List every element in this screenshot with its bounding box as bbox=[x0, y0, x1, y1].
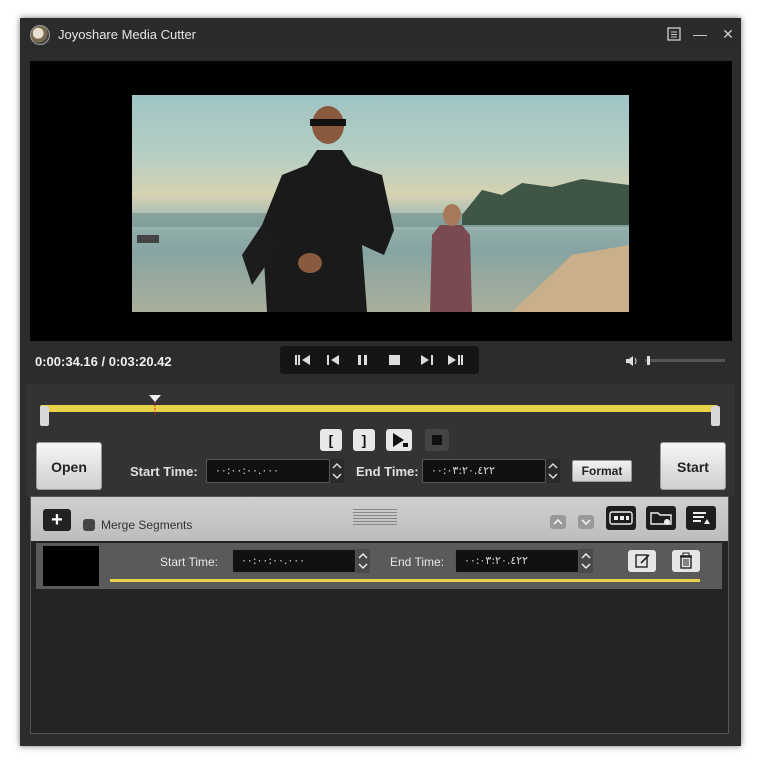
start-time-field[interactable]: ٠٠:٠٠:٠٠.٠٠٠ bbox=[206, 459, 330, 483]
segment-end-time-field[interactable]: ٠٠:٠٣:٢٠.٤٢٢ bbox=[455, 549, 579, 573]
segment-start-time-label: Start Time: bbox=[160, 555, 219, 569]
stop-preview-button[interactable] bbox=[425, 429, 449, 451]
panel-drag-handle-icon[interactable] bbox=[353, 509, 397, 525]
stop-icon[interactable] bbox=[384, 350, 406, 370]
timeline-track[interactable] bbox=[40, 405, 718, 412]
end-time-label: End Time: bbox=[356, 464, 419, 479]
trash-icon bbox=[680, 552, 692, 569]
volume-slider[interactable] bbox=[645, 359, 725, 362]
app-window: Joyoshare Media Cutter — ✕ 0:00:34.16 / … bbox=[20, 18, 741, 746]
play-segment-icon bbox=[393, 433, 408, 447]
timeline-start-handle[interactable] bbox=[40, 406, 49, 426]
playback-controls bbox=[280, 346, 479, 374]
mark-end-button[interactable]: ] bbox=[353, 429, 375, 451]
frame-back-icon[interactable] bbox=[292, 350, 314, 370]
video-frame bbox=[132, 95, 629, 312]
current-time: 0:00:34.16 bbox=[35, 354, 98, 369]
window-title: Joyoshare Media Cutter bbox=[58, 27, 197, 42]
frame-forward-icon[interactable] bbox=[444, 350, 466, 370]
start-button[interactable]: Start bbox=[660, 442, 726, 490]
segment-progress-bar bbox=[110, 579, 700, 582]
pause-icon[interactable] bbox=[352, 350, 374, 370]
add-segment-button[interactable]: + bbox=[43, 509, 71, 531]
playhead-marker[interactable] bbox=[147, 393, 163, 415]
segment-end-time-label: End Time: bbox=[390, 555, 445, 569]
close-icon[interactable]: ✕ bbox=[717, 23, 739, 45]
segment-end-time-spinner[interactable] bbox=[579, 549, 593, 573]
video-preview bbox=[30, 61, 732, 341]
move-up-icon[interactable] bbox=[550, 515, 566, 529]
folder-icon[interactable] bbox=[646, 506, 676, 530]
time-separator: / bbox=[97, 354, 109, 369]
step-back-icon[interactable] bbox=[322, 350, 344, 370]
app-logo-icon bbox=[30, 25, 50, 45]
list-icon[interactable] bbox=[686, 506, 716, 530]
step-forward-icon[interactable] bbox=[416, 350, 438, 370]
end-time-field[interactable]: ٠٠:٠٣:٢٠.٤٢٢ bbox=[422, 459, 546, 483]
open-button[interactable]: Open bbox=[36, 442, 102, 490]
segment-start-time-spinner[interactable] bbox=[356, 549, 370, 573]
edit-segment-button[interactable] bbox=[628, 550, 656, 572]
segments-toolbar: + Merge Segments bbox=[31, 497, 728, 541]
format-button[interactable]: Format bbox=[572, 460, 632, 482]
menu-icon[interactable] bbox=[663, 23, 685, 45]
time-readout: 0:00:34.16 / 0:03:20.42 bbox=[35, 354, 172, 369]
edit-icon bbox=[635, 554, 650, 568]
timeline-end-handle[interactable] bbox=[711, 406, 720, 426]
segment-row[interactable]: Start Time: ٠٠:٠٠:٠٠.٠٠٠ End Time: ٠٠:٠٣… bbox=[36, 543, 722, 589]
subtitle-icon[interactable] bbox=[606, 506, 636, 530]
start-time-spinner[interactable] bbox=[330, 459, 344, 483]
video-frame-image bbox=[132, 106, 629, 312]
segment-thumbnail bbox=[43, 546, 99, 586]
end-time-spinner[interactable] bbox=[546, 459, 560, 483]
merge-segments-checkbox[interactable] bbox=[83, 519, 95, 531]
total-time: 0:03:20.42 bbox=[108, 354, 172, 369]
move-down-icon[interactable] bbox=[578, 515, 594, 529]
mark-start-button[interactable]: [ bbox=[320, 429, 342, 451]
volume-knob[interactable] bbox=[646, 356, 650, 365]
segment-start-time-field[interactable]: ٠٠:٠٠:٠٠.٠٠٠ bbox=[232, 549, 356, 573]
merge-segments-label: Merge Segments bbox=[101, 518, 193, 532]
segments-panel: + Merge Segments Start Time: ٠٠:٠٠:٠٠.٠٠… bbox=[30, 496, 729, 734]
volume-icon[interactable] bbox=[624, 353, 640, 369]
minimize-icon[interactable]: — bbox=[689, 23, 711, 45]
start-time-label: Start Time: bbox=[130, 464, 198, 479]
play-segment-button[interactable] bbox=[386, 429, 412, 451]
title-bar: Joyoshare Media Cutter — ✕ bbox=[20, 18, 741, 52]
delete-segment-button[interactable] bbox=[672, 550, 700, 572]
